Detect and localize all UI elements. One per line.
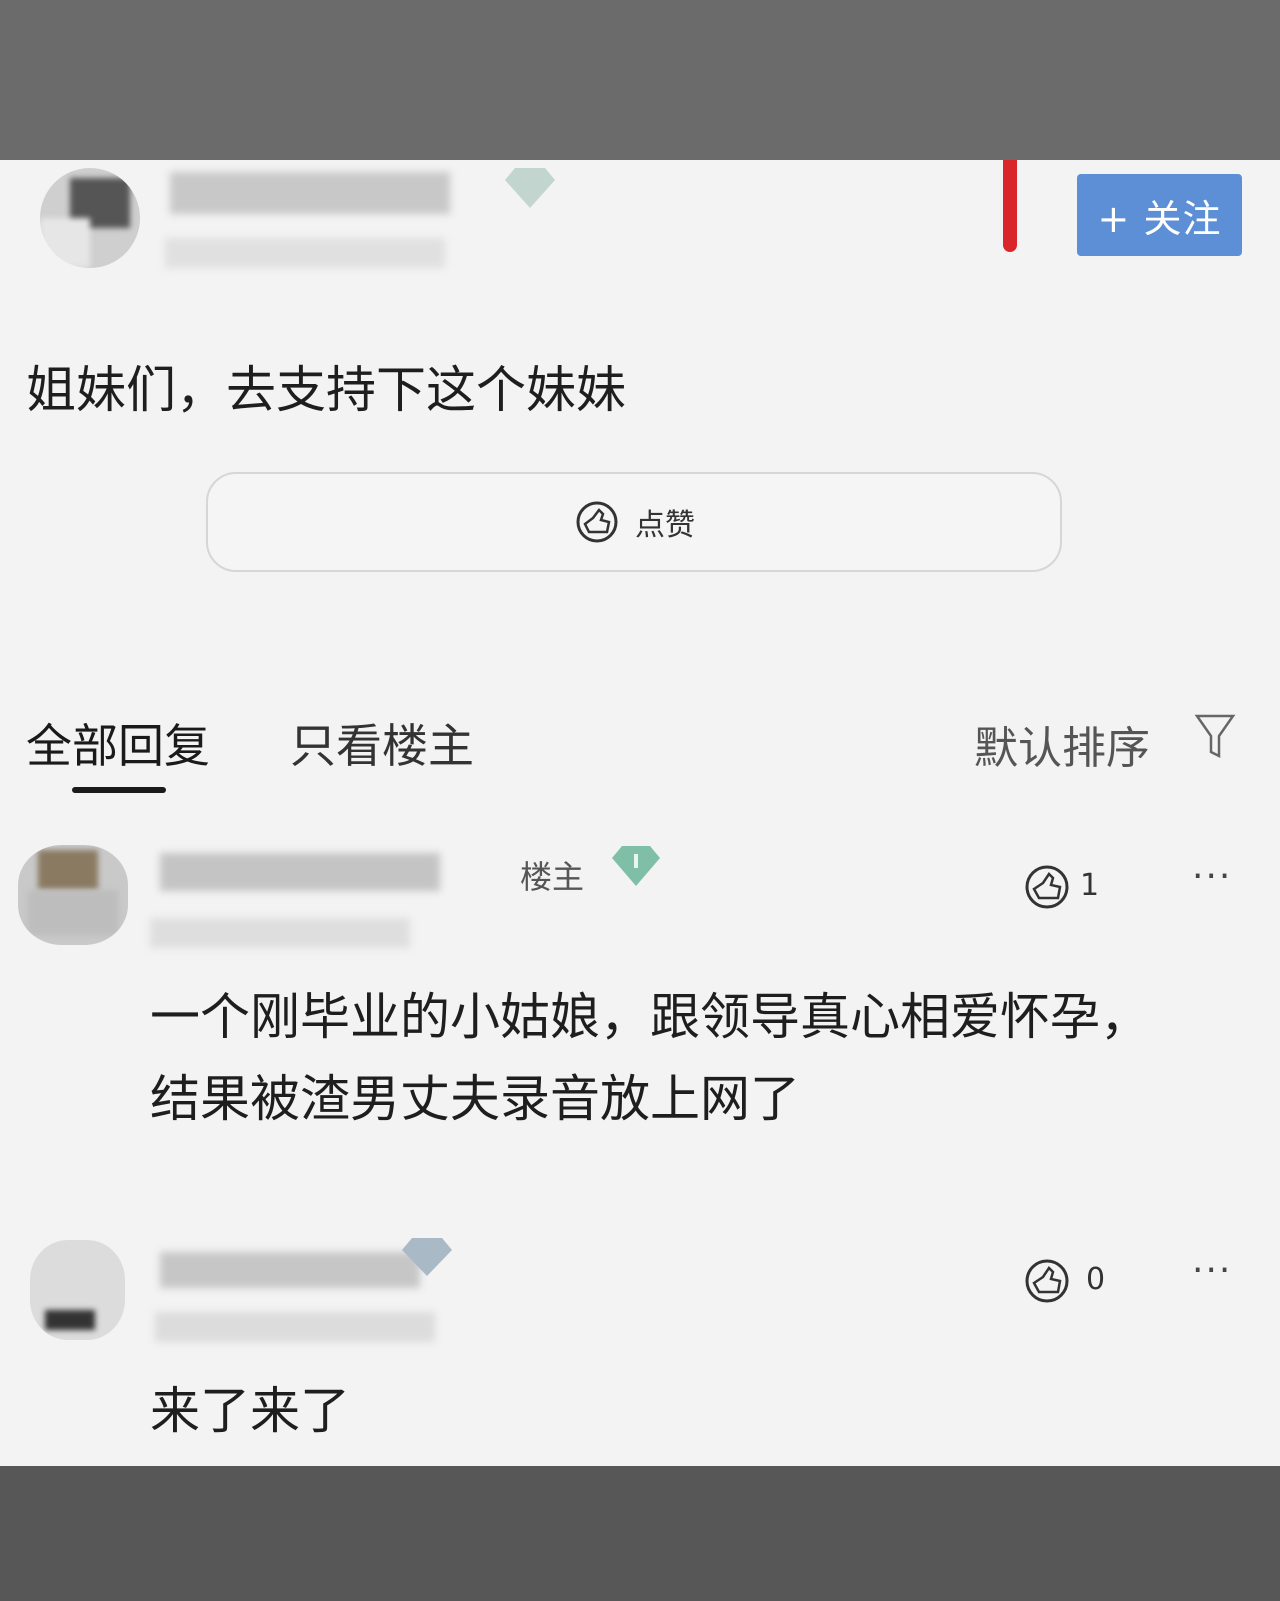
more-options-button[interactable]: ···	[1192, 1250, 1232, 1291]
level-diamond-icon	[505, 168, 555, 208]
reply-username-obscured	[160, 1252, 420, 1288]
level-diamond-icon	[612, 846, 660, 886]
op-badge: 楼主	[520, 858, 585, 896]
reply-username-obscured	[160, 853, 440, 891]
filter-icon[interactable]	[1193, 710, 1237, 762]
follow-button[interactable]: + 关注	[1077, 174, 1242, 256]
top-letterbox	[0, 0, 1280, 160]
reply-meta-obscured	[150, 918, 410, 948]
post-body: 姐妹们，去支持下这个妹妹	[26, 361, 626, 419]
thumbs-up-icon[interactable]	[1022, 1258, 1072, 1304]
reply-avatar[interactable]	[30, 1240, 125, 1340]
reply-body: 来了来了	[150, 1382, 350, 1440]
tab-op-only[interactable]: 只看楼主	[290, 710, 474, 776]
like-button[interactable]: 点赞	[206, 472, 1062, 572]
thumbs-up-icon[interactable]	[1022, 864, 1072, 910]
like-label: 点赞	[635, 508, 695, 543]
red-annotation-mark	[1003, 160, 1017, 252]
more-options-button[interactable]: ···	[1192, 856, 1232, 897]
author-meta-obscured	[165, 238, 445, 268]
reply-avatar[interactable]	[18, 845, 128, 945]
thumbs-up-icon	[576, 501, 618, 543]
author-avatar[interactable]	[40, 168, 140, 268]
tab-active-indicator	[72, 787, 166, 793]
bottom-letterbox	[0, 1466, 1280, 1601]
reply-line: 结果被渣男丈夫录音放上网了	[150, 1070, 800, 1128]
post-panel: + 关注 姐妹们，去支持下这个妹妹 点赞 全部回复 只看楼主 默认排序 楼主 1…	[0, 160, 1280, 1466]
level-badge-icon	[402, 1238, 452, 1276]
reply-line: 一个刚毕业的小姑娘，跟领导真心相爱怀孕，	[150, 988, 1150, 1046]
like-count: 0	[1086, 1262, 1106, 1297]
sort-dropdown[interactable]: 默认排序	[974, 712, 1150, 776]
reply-meta-obscured	[155, 1312, 435, 1342]
author-name-obscured	[170, 172, 450, 214]
like-count: 1	[1080, 868, 1100, 903]
tab-all-replies[interactable]: 全部回复	[26, 710, 210, 776]
